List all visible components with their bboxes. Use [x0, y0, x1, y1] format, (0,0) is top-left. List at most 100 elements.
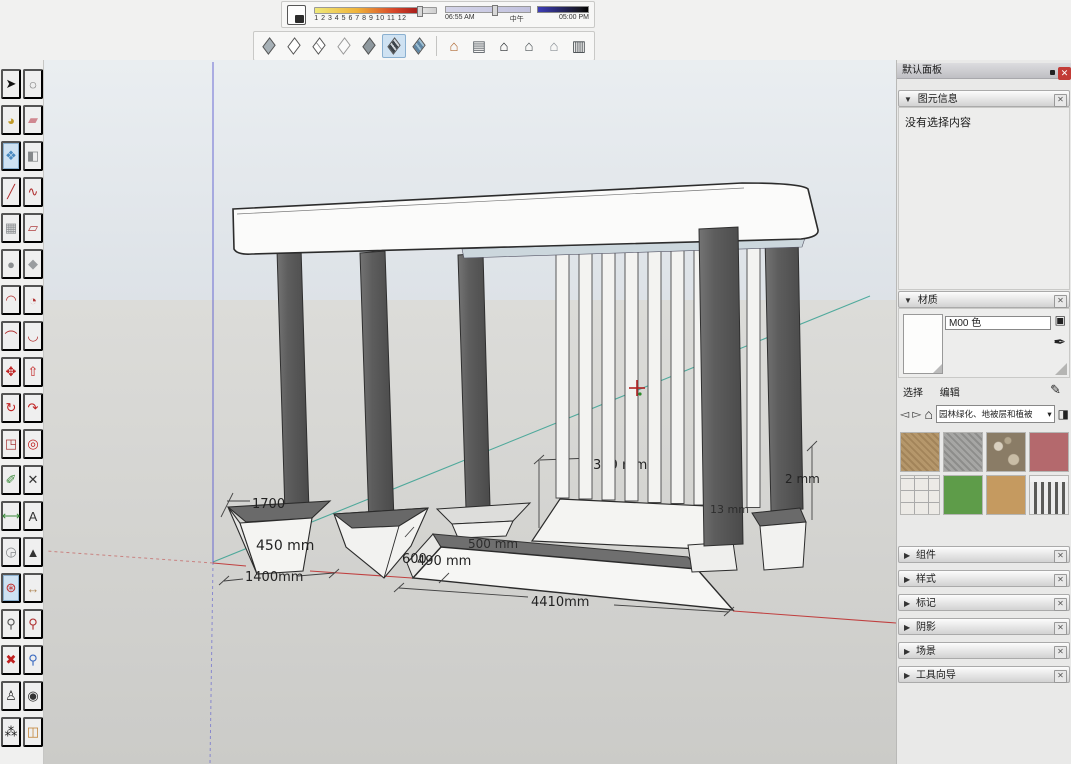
- column-4-base[interactable]: [688, 542, 737, 572]
- swatch-gravel-gray[interactable]: [943, 432, 983, 472]
- eraser-tool[interactable]: ▰: [23, 105, 43, 135]
- rectangle-tool[interactable]: ▦: [1, 213, 21, 243]
- section-scenes[interactable]: ▶ 场景 ✕: [898, 642, 1070, 659]
- shadow-toggle-icon[interactable]: [287, 5, 306, 25]
- 3d-text-tool[interactable]: ▲: [23, 537, 43, 567]
- section-tags[interactable]: ▶ 标记 ✕: [898, 594, 1070, 611]
- three-point-arc-tool[interactable]: ◡: [23, 321, 43, 351]
- section-plane-tool[interactable]: ◫: [23, 717, 43, 747]
- top-view-button[interactable]: ▤: [467, 34, 491, 58]
- materials-header[interactable]: ▼ 材质 ✕: [898, 291, 1070, 308]
- zoom-extents-tool[interactable]: ✖: [1, 645, 21, 675]
- create-material-icon[interactable]: ▣: [1055, 313, 1066, 327]
- arc-tool[interactable]: ◠: [1, 285, 21, 315]
- model-viewport[interactable]: 390 mm: [44, 60, 896, 764]
- swatch-fence-white[interactable]: [1029, 475, 1069, 515]
- protractor-tool[interactable]: ◶: [1, 537, 21, 567]
- details-icon[interactable]: ◨: [1058, 407, 1069, 421]
- style-back-edges-button[interactable]: [332, 34, 356, 58]
- follow-me-tool[interactable]: ↷: [23, 393, 43, 423]
- left-view-button[interactable]: ▥: [567, 34, 591, 58]
- zoom-window-tool[interactable]: ⚲: [23, 609, 43, 639]
- section-components[interactable]: ▶ 组件 ✕: [898, 546, 1070, 563]
- position-camera-tool[interactable]: ♙: [1, 681, 21, 711]
- section-close-button[interactable]: ✕: [1054, 550, 1067, 563]
- select-tool[interactable]: ➤: [1, 69, 21, 99]
- orbit-tool[interactable]: ⊛: [1, 573, 21, 603]
- date-slider-handle[interactable]: [417, 6, 423, 17]
- zoom-tool[interactable]: ⚲: [1, 609, 21, 639]
- tab-select[interactable]: 选择: [903, 388, 923, 399]
- style-shaded-textures-button[interactable]: [407, 34, 431, 58]
- section-close-button[interactable]: ✕: [1054, 598, 1067, 611]
- dimension-tool[interactable]: ⟷: [1, 501, 21, 531]
- rotated-rectangle-tool[interactable]: ▱: [23, 213, 43, 243]
- time-slider-handle[interactable]: [492, 5, 498, 16]
- tab-edit[interactable]: 编辑: [940, 388, 960, 399]
- style-shaded-button[interactable]: [382, 34, 406, 58]
- section-close-button[interactable]: ✕: [1054, 574, 1067, 587]
- wedge-tool[interactable]: ◧: [23, 141, 43, 171]
- offset-tool[interactable]: ◎: [23, 429, 43, 459]
- time-strip[interactable]: [445, 6, 531, 13]
- lasso-select-tool[interactable]: ◌: [23, 69, 43, 99]
- section-shadows[interactable]: ▶ 阴影 ✕: [898, 618, 1070, 635]
- pie-tool[interactable]: ◔: [23, 285, 43, 315]
- polygon-tool[interactable]: ◆: [23, 249, 43, 279]
- style-hidden-line-button[interactable]: [307, 34, 331, 58]
- home-icon[interactable]: ⌂: [924, 406, 932, 422]
- right-view-button[interactable]: ⌂: [517, 34, 541, 58]
- back-view-button[interactable]: ⌂: [542, 34, 566, 58]
- front-view-button[interactable]: ⌂: [492, 34, 516, 58]
- back-icon[interactable]: ◅: [900, 407, 909, 421]
- date-gradient-strip[interactable]: [314, 7, 437, 14]
- swatch-gravel-tan[interactable]: [900, 432, 940, 472]
- section-instructor[interactable]: ▶ 工具向导 ✕: [898, 666, 1070, 683]
- pan-tool[interactable]: ↔: [23, 573, 43, 603]
- swatch-stone-red[interactable]: [1029, 432, 1069, 472]
- eyedropper-icon[interactable]: ✎: [1050, 382, 1061, 398]
- swatch-clay-ochre[interactable]: [986, 475, 1026, 515]
- iso-view-button[interactable]: ⌂: [442, 34, 466, 58]
- column-4[interactable]: [699, 227, 743, 546]
- tape-measure-tool[interactable]: ✐: [1, 465, 21, 495]
- move-tool[interactable]: ✥: [1, 357, 21, 387]
- swatch-grass-green[interactable]: [943, 475, 983, 515]
- rotate-tool[interactable]: ↻: [1, 393, 21, 423]
- materials-close-button[interactable]: ✕: [1054, 295, 1067, 308]
- section-styles[interactable]: ▶ 样式 ✕: [898, 570, 1070, 587]
- panel-title[interactable]: 默认面板 ✕: [897, 63, 1071, 79]
- style-x-ray-button[interactable]: [257, 34, 281, 58]
- pin-icon[interactable]: [1050, 70, 1055, 75]
- textured-cube-tool[interactable]: ❖: [1, 141, 21, 171]
- entity-info-header[interactable]: ▼ 图元信息 ✕: [898, 90, 1070, 107]
- circle-tool[interactable]: ●: [1, 249, 21, 279]
- push-pull-tool[interactable]: ⇧: [23, 357, 43, 387]
- scale-tool[interactable]: ◳: [1, 429, 21, 459]
- section-close-button[interactable]: ✕: [1054, 646, 1067, 659]
- axes-tool[interactable]: ✕: [23, 465, 43, 495]
- time-gradient-strip[interactable]: [537, 6, 589, 13]
- material-category-dropdown[interactable]: 园林绿化、地被层和植被 ▾: [936, 405, 1055, 423]
- walk-tool[interactable]: ⁂: [1, 717, 21, 747]
- freehand-tool[interactable]: ∿: [23, 177, 43, 207]
- swatch-pebbles[interactable]: [986, 432, 1026, 472]
- panel-close-button[interactable]: ✕: [1058, 67, 1071, 80]
- style-monochrome-button[interactable]: [357, 34, 381, 58]
- line-tool[interactable]: ╱: [1, 177, 21, 207]
- swatch-pavers-white[interactable]: [900, 475, 940, 515]
- entity-info-close-button[interactable]: ✕: [1054, 94, 1067, 107]
- sample-paint-icon[interactable]: ✒: [1053, 333, 1066, 351]
- paint-bucket-tool[interactable]: ◕: [1, 105, 21, 135]
- text-tool[interactable]: A: [23, 501, 43, 531]
- material-preview[interactable]: [903, 314, 943, 374]
- shadow-date-slider[interactable]: 1 2 3 4 5 6 7 8 9 10 11 12: [314, 7, 437, 22]
- column-5[interactable]: [765, 234, 803, 511]
- previous-view-tool[interactable]: ⚲: [23, 645, 43, 675]
- style-wireframe-button[interactable]: [282, 34, 306, 58]
- forward-icon[interactable]: ▻: [912, 407, 921, 421]
- section-close-button[interactable]: ✕: [1054, 670, 1067, 683]
- two-point-arc-tool[interactable]: ⌒: [1, 321, 21, 351]
- viewport-canvas[interactable]: 390 mm: [44, 60, 896, 764]
- section-close-button[interactable]: ✕: [1054, 622, 1067, 635]
